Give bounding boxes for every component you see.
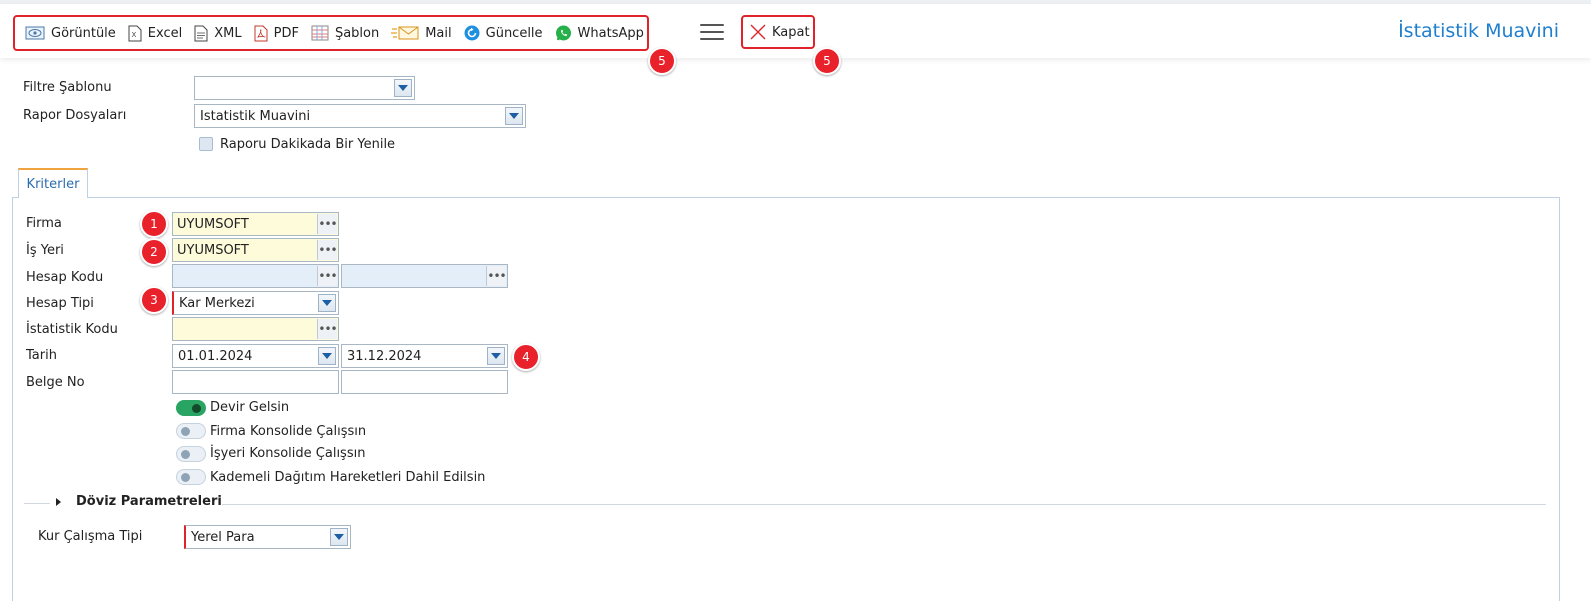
- report-files-value: İstatistik Muavini: [200, 108, 311, 124]
- annotation-badge-firma: 1: [140, 210, 168, 238]
- lookup-button[interactable]: •••: [317, 240, 338, 260]
- filter-template-label: Filtre Şablonu: [23, 80, 112, 95]
- isyeri-label: İş Yeri: [26, 243, 64, 258]
- kur-calisma-tipi-label: Kur Çalışma Tipi: [38, 529, 143, 544]
- annotation-badge-close: 5: [813, 47, 841, 75]
- tarih-from-value: 01.01.2024: [178, 348, 253, 364]
- refresh-icon: [464, 25, 480, 41]
- hesap-kodu-from-field[interactable]: •••: [172, 264, 339, 288]
- pdf-label: PDF: [273, 25, 299, 41]
- tarih-label: Tarih: [26, 348, 57, 363]
- chevron-down-icon[interactable]: [318, 294, 336, 312]
- whatsapp-icon: [555, 25, 571, 40]
- chevron-down-icon[interactable]: [394, 79, 412, 97]
- refresh-label: Güncelle: [485, 25, 543, 41]
- lookup-button[interactable]: •••: [317, 266, 338, 286]
- annotation-badge-tarih: 4: [512, 343, 540, 371]
- istatistik-kodu-label: İstatistik Kodu: [26, 322, 118, 337]
- tab-kriterler[interactable]: Kriterler: [18, 168, 88, 198]
- preview-label: Görüntüle: [51, 25, 116, 41]
- excel-icon: X: [128, 25, 142, 41]
- hesap-tipi-value: Kar Merkezi: [179, 295, 255, 311]
- annotation-badge-toolbar: 5: [648, 47, 676, 75]
- kademeli-dagitim-label: Kademeli Dağıtım Hareketleri Dahil Edils…: [210, 470, 486, 485]
- doviz-section-title: Döviz Parametreleri: [76, 494, 222, 509]
- lookup-button[interactable]: •••: [317, 319, 338, 339]
- close-label: Kapat: [772, 24, 810, 40]
- kademeli-dagitim-toggle[interactable]: [176, 469, 206, 485]
- isyeri-field[interactable]: UYUMSOFT •••: [172, 238, 339, 262]
- kur-calisma-tipi-value: Yerel Para: [191, 529, 255, 545]
- pdf-icon: [254, 25, 268, 41]
- refresh-minute-label: Raporu Dakikada Bir Yenile: [220, 137, 396, 152]
- mail-icon: [391, 26, 419, 40]
- close-button[interactable]: Kapat: [741, 15, 815, 49]
- hesap-kodu-label: Hesap Kodu: [26, 270, 104, 285]
- filter-template-select[interactable]: [194, 76, 415, 100]
- belge-no-label: Belge No: [26, 375, 85, 390]
- tarih-to-select[interactable]: 31.12.2024: [341, 344, 508, 368]
- svg-text:X: X: [131, 31, 136, 39]
- devir-gelsin-toggle[interactable]: [176, 400, 206, 416]
- kur-calisma-tipi-select[interactable]: Yerel Para: [184, 525, 351, 549]
- firma-konsolide-label: Firma Konsolide Çalışsın: [210, 424, 367, 439]
- whatsapp-button[interactable]: WhatsApp: [551, 21, 652, 45]
- pdf-button[interactable]: PDF: [250, 21, 307, 45]
- isyeri-konsolide-toggle[interactable]: [176, 446, 206, 462]
- close-icon: [750, 24, 766, 40]
- istatistik-kodu-field[interactable]: •••: [172, 317, 339, 341]
- isyeri-value: UYUMSOFT: [177, 242, 249, 258]
- refresh-minute-checkbox[interactable]: [199, 137, 213, 151]
- xml-button[interactable]: XML: [190, 21, 249, 45]
- section-divider-right: [222, 504, 1546, 505]
- preview-button[interactable]: Görüntüle: [21, 21, 124, 45]
- hesap-tipi-select[interactable]: Kar Merkezi: [172, 291, 339, 315]
- isyeri-konsolide-label: İşyeri Konsolide Çalışsın: [210, 446, 366, 461]
- whatsapp-label: WhatsApp: [577, 25, 644, 41]
- belge-no-from-field[interactable]: [172, 370, 339, 394]
- excel-button[interactable]: X Excel: [124, 21, 190, 45]
- hamburger-menu-icon[interactable]: [700, 24, 724, 42]
- tarih-to-value: 31.12.2024: [347, 348, 422, 364]
- lookup-button[interactable]: •••: [486, 266, 507, 286]
- excel-label: Excel: [147, 25, 183, 41]
- preview-icon: [25, 26, 45, 40]
- xml-label: XML: [214, 25, 242, 41]
- caret-right-icon: [56, 497, 61, 506]
- mail-label: Mail: [425, 25, 452, 41]
- chevron-down-icon[interactable]: [318, 347, 336, 365]
- chevron-down-icon[interactable]: [505, 107, 523, 125]
- chevron-down-icon[interactable]: [330, 528, 348, 546]
- tarih-from-select[interactable]: 01.01.2024: [172, 344, 339, 368]
- section-divider-left: [24, 503, 50, 504]
- page-title: İstatistik Muavini: [1398, 20, 1559, 42]
- firma-konsolide-toggle[interactable]: [176, 423, 206, 439]
- devir-gelsin-label: Devir Gelsin: [210, 400, 290, 415]
- firma-value: UYUMSOFT: [177, 216, 249, 232]
- lookup-button[interactable]: •••: [317, 214, 338, 234]
- belge-no-to-field[interactable]: [341, 370, 508, 394]
- chevron-down-icon[interactable]: [487, 347, 505, 365]
- hesap-tipi-label: Hesap Tipi: [26, 296, 94, 311]
- refresh-button[interactable]: Güncelle: [460, 21, 551, 45]
- hesap-kodu-to-field[interactable]: •••: [341, 264, 508, 288]
- template-icon: [311, 25, 329, 41]
- annotation-badge-hesap-tipi: 3: [140, 286, 168, 314]
- template-button[interactable]: Şablon: [307, 21, 387, 45]
- report-files-select[interactable]: İstatistik Muavini: [194, 104, 526, 128]
- mail-button[interactable]: Mail: [387, 21, 459, 45]
- xml-icon: [194, 25, 208, 41]
- firma-label: Firma: [26, 216, 62, 231]
- toolbar-group: Görüntüle X Excel XML PDF Şablon Mail Gü…: [13, 15, 649, 51]
- firma-field[interactable]: UYUMSOFT •••: [172, 212, 339, 236]
- doviz-section-header[interactable]: Döviz Parametreleri: [56, 494, 222, 509]
- report-files-label: Rapor Dosyaları: [23, 108, 127, 123]
- template-label: Şablon: [334, 25, 380, 41]
- annotation-badge-isyeri: 2: [140, 238, 168, 266]
